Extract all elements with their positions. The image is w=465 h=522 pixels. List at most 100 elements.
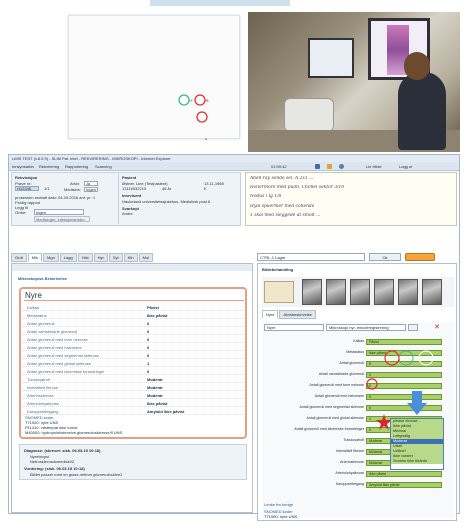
alert-button[interactable]: [405, 253, 435, 261]
form-row-label: Antall glomeruli med iskemiske forandrin…: [27, 369, 105, 374]
logout-link[interactable]: Logg ut: [399, 164, 412, 169]
form-row-label: Antall glomeruli: [27, 321, 55, 326]
form-row-label: Antall glomeruli med torm nekrose: [27, 337, 88, 342]
ok-button[interactable]: Ok: [369, 253, 401, 261]
settings-icon[interactable]: [339, 164, 344, 169]
copy-value: Andre: [122, 211, 133, 216]
form-row-value: Moderat: [147, 385, 163, 390]
assessment-text: Bildet passer med en grass nefrom glomer…: [30, 472, 123, 477]
form-row-label: Antall glomeruli med segmental sklerose: [27, 353, 99, 358]
toolbar-strip: [12, 264, 252, 271]
form-row-value: 0: [147, 345, 150, 350]
form-row: Interstitiell fibrose Moderat: [23, 384, 243, 391]
red-plus-marker: +: [205, 98, 209, 105]
diagnosis-line-2: Nefrosklerosdomedisk02: [30, 459, 75, 464]
form-row: Metastatus Ikke påvist: [23, 312, 243, 319]
ok-label: Ok: [382, 255, 388, 260]
left-tab-bar: Grdt Mik Mgn Lagg Hist Hyr Syt Kth Mol: [11, 253, 253, 263]
arkiv-label: Arkiv:: [70, 181, 80, 186]
note-line-2: Hvilermore med pulm. Chimel sektor 3/10: [250, 185, 345, 190]
form-title: Nyre: [25, 291, 42, 300]
form-row: Karoppsettelgang Amyloid ikke påvist: [23, 408, 243, 415]
breadcrumb: Mikroskopisk Beskrivelse: [18, 276, 67, 281]
form-row: Tubulusatrofi Moderat: [23, 376, 243, 383]
order-hint-field[interactable]: Medisinger, infeksjonsrisiko: [34, 216, 90, 222]
form-row: Antall glomeruli med halvmane 0: [23, 344, 243, 351]
form-row: Kaikas Påvist: [23, 304, 243, 311]
note-line-3: Nodus i lg 1/8: [250, 194, 282, 199]
arkiv-value: Ja: [86, 182, 91, 186]
nyre-form: Nyre Kaikas Påvist Metastatus Ikke påvist An…: [19, 287, 247, 439]
diagnosis-box: Diagnose: (skrevet: sisk. 06.03.15 10:18…: [19, 444, 247, 480]
order-field[interactable]: Ingen: [34, 209, 84, 215]
form-row: Antall glomeruli med torm nekrose 0: [23, 336, 243, 343]
patient-sex: K: [204, 186, 207, 191]
menu-rapportering[interactable]: Rapportering: [65, 164, 88, 169]
tab-mgn[interactable]: Mgn: [43, 253, 59, 262]
header-strip: [150, 0, 290, 6]
template-select[interactable]: CTRL-1 Lagre: [257, 253, 365, 261]
form-title-rule: [24, 300, 244, 301]
image-and-form-panel: Bildebehandling Nyre Alvisbeskrivelse Nyr…: [257, 263, 457, 521]
window-title: LIMS TEST (v.8.0.9) - SLIM Pat. intel - …: [12, 156, 171, 161]
user-name[interactable]: Lie Hilde: [366, 164, 382, 169]
severity-dropdown[interactable]: please choose... Ikke påvist Minimal Let…: [390, 418, 444, 470]
patient-dob: 13.11.1968: [204, 181, 224, 186]
form-row-value: Moderat: [147, 393, 163, 398]
window-titlebar: LIMS TEST (v.8.0.9) - SLIM Pat. intel - …: [9, 155, 459, 162]
snomed-code-3: M40000: hydrops/ekstensive glomeruloskle…: [25, 430, 123, 435]
menu-innsynsarkiv[interactable]: Innsynsarkiv: [12, 164, 34, 169]
tab-grdt[interactable]: Grdt: [11, 253, 27, 262]
menu-rekvirering[interactable]: Rekvirering: [39, 164, 59, 169]
note-line-1: Abell-ray sonde sel. A 2x1 ...: [250, 176, 314, 181]
tab-mik[interactable]: Mik: [27, 253, 43, 262]
tab-syt[interactable]: Syt: [108, 253, 123, 262]
mediums-select[interactable]: Ingen: [84, 187, 98, 192]
tab-hyr[interactable]: Hyr: [93, 253, 108, 262]
green-circle-marker: [178, 94, 190, 106]
form-row-value: 0: [147, 369, 150, 374]
form-row-value: 0: [147, 337, 150, 342]
form-row-label: Tubulusatrofi: [27, 377, 50, 382]
menu-scanning[interactable]: Scanning: [95, 164, 112, 169]
red-star-marker: [199, 138, 213, 151]
tab-kth[interactable]: Kth: [123, 253, 138, 262]
referrer-heading: Innrvisent: [122, 193, 142, 198]
panel-divider: [118, 174, 119, 224]
dropdown-option[interactable]: Struktur ikke tilstede: [391, 459, 443, 464]
home-icon[interactable]: [315, 164, 320, 169]
prov-field[interactable]: H12345: [15, 186, 39, 191]
green-circle-annotation: [398, 350, 414, 366]
form-row-value: Ikke påvist: [147, 313, 168, 318]
white-circle-annotation: [418, 350, 434, 366]
clock: 01:59:42: [271, 164, 287, 169]
order-label: Ordre:: [15, 210, 27, 215]
red-circle-annotation-2: [366, 378, 378, 390]
referrer-name: Haukeland universitetssjukehus, Medisins…: [122, 199, 211, 204]
red-circle-annotation: [384, 350, 400, 366]
form-row-label: Interstitiell fibrose: [27, 385, 59, 390]
form-row: Antall glomeruli 6: [23, 320, 243, 327]
star-icon[interactable]: [327, 164, 332, 169]
tab-mol[interactable]: Mol: [138, 253, 154, 262]
microscopy-description-panel: Mikroskopisk Beskrivelse Nyre Kaikas Påvi…: [11, 263, 253, 513]
form-row-label: Antall glomeruli med global sklerose: [27, 361, 92, 366]
patient-id: 13116932215: [122, 186, 147, 191]
marker-legend: + +: [178, 94, 213, 151]
form-row-label: Karoppsettelgang: [27, 409, 59, 414]
tab-lagg[interactable]: Lagg: [59, 253, 77, 262]
arkiv-select[interactable]: Ja: [84, 181, 98, 186]
prov-count: 1/1: [44, 186, 50, 191]
red-circle-marker: [194, 94, 206, 106]
template-select-value: CTRL-1 Lagre: [260, 255, 286, 260]
patient-heading: Pasient: [122, 175, 137, 180]
microscope: [284, 98, 334, 132]
red-circle-marker-2: [196, 111, 208, 123]
annotation-overlay: [366, 350, 434, 430]
tab-hist[interactable]: Hist: [77, 253, 93, 262]
pathologist-head: [404, 52, 430, 80]
form-row-value: Amyloid ikke påvist: [147, 409, 185, 414]
form-row-label: Arteriosklerose: [27, 393, 54, 398]
form-row: Antall varnskelarte glomeruli 0: [23, 328, 243, 335]
handwritten-notes: Abell-ray sonde sel. A 2x1 ... Hvilermor…: [245, 172, 457, 226]
